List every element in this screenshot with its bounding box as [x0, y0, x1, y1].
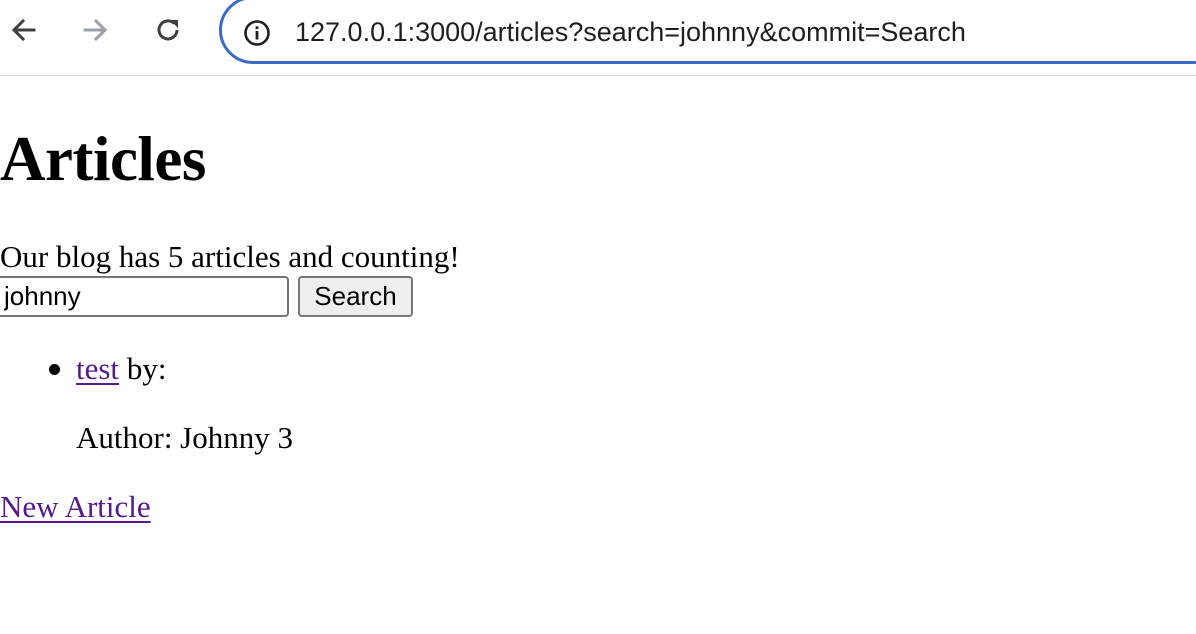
article-count-text: Our blog has 5 articles and counting!	[0, 239, 460, 274]
article-title-link[interactable]: test	[76, 351, 119, 386]
article-by-text: by:	[119, 351, 167, 386]
page-title: Articles	[0, 124, 206, 194]
bullet-icon	[49, 364, 60, 375]
search-input[interactable]	[0, 276, 289, 317]
info-circle-icon	[244, 20, 270, 46]
address-bar[interactable]: 127.0.0.1:3000/articles?search=johnny&co…	[219, 0, 1196, 64]
url-text[interactable]: 127.0.0.1:3000/articles?search=johnny&co…	[295, 16, 966, 48]
forward-button[interactable]	[75, 10, 115, 50]
search-button[interactable]: Search	[298, 276, 413, 317]
article-author-text: Author: Johnny 3	[76, 420, 293, 455]
new-article-container: New Article	[0, 488, 151, 526]
article-line: test by:	[76, 350, 166, 388]
arrow-left-icon	[11, 18, 36, 42]
browser-toolbar: 127.0.0.1:3000/articles?search=johnny&co…	[0, 0, 1196, 76]
reload-icon	[157, 19, 179, 41]
new-article-link[interactable]: New Article	[0, 489, 151, 524]
arrow-right-icon	[83, 18, 108, 42]
reload-button[interactable]	[148, 10, 188, 50]
back-button[interactable]	[4, 10, 44, 50]
site-info-button[interactable]	[242, 18, 272, 48]
